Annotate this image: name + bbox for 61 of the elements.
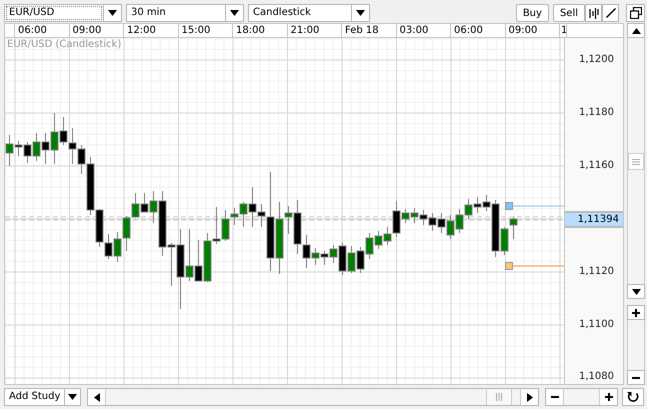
left-arrow-icon [94, 392, 100, 402]
plus-icon [604, 393, 612, 401]
sell-button[interactable]: Sell [552, 4, 585, 22]
zoom-out-button[interactable] [627, 370, 645, 385]
zoom-in-button[interactable] [600, 389, 617, 405]
chart-type-dropdown[interactable]: Candlestick [248, 4, 370, 22]
reset-icon [627, 391, 639, 403]
bars-icon [588, 8, 598, 18]
horizontal-scrollbar[interactable] [105, 389, 521, 405]
time-label: 15:00 [182, 25, 210, 36]
current-price-label: 1,11394 [565, 211, 623, 228]
time-label: 12:00 [127, 25, 156, 36]
caret-icon [356, 10, 365, 16]
time-label: 18:00 [236, 25, 265, 36]
caret-icon [230, 10, 239, 16]
time-label: 21:00 [290, 25, 320, 36]
popout-button[interactable] [626, 4, 645, 22]
plus-icon [632, 308, 640, 316]
symbol-dropdown[interactable]: EUR/USD [4, 4, 122, 22]
interval-dropdown[interactable]: 30 min [126, 4, 244, 22]
zoom-in-button[interactable] [627, 305, 645, 320]
buy-button[interactable]: Buy [516, 4, 549, 22]
grip-icon [632, 158, 640, 164]
windows-icon [630, 7, 642, 19]
time-label: Feb 18 [345, 25, 379, 36]
line-icon [606, 8, 616, 18]
price-label: 1,1080 [579, 371, 614, 383]
scroll-down-button[interactable] [627, 284, 645, 299]
time-label: 06:00 [18, 25, 47, 36]
alert-marker[interactable] [505, 262, 513, 270]
down-arrow-icon [632, 288, 640, 294]
scroll-thumb[interactable] [486, 389, 512, 405]
time-label: 03:00 [400, 25, 428, 36]
price-label: 1,1120 [579, 266, 614, 278]
time-label: 09:00 [508, 25, 538, 36]
time-label: 06:00 [454, 25, 483, 36]
caret-icon [108, 10, 117, 16]
price-label: 1,1160 [579, 160, 614, 172]
price-label: 1,1200 [579, 54, 614, 66]
right-arrow-icon [526, 392, 532, 402]
zoom-out-button[interactable] [546, 389, 563, 405]
time-label: 09:00 [72, 25, 102, 36]
time-label: 1 [561, 25, 568, 36]
scroll-right-button[interactable] [521, 389, 538, 405]
scroll-up-button[interactable] [627, 23, 645, 38]
caret-icon [68, 394, 78, 400]
price-label: 1,1180 [579, 107, 614, 119]
grip-icon [496, 393, 502, 401]
add-study-dropdown[interactable]: Add Study [4, 388, 81, 406]
draw-line-button[interactable] [602, 4, 619, 22]
up-arrow-icon [632, 28, 640, 34]
price-label: 1,1100 [579, 319, 614, 331]
indicator-button[interactable] [585, 4, 602, 22]
scroll-thumb[interactable] [628, 153, 644, 170]
scroll-left-button[interactable] [88, 389, 105, 405]
chart-legend: EUR/USD (Candlestick) [7, 39, 122, 50]
zoom-control[interactable] [545, 388, 618, 406]
vertical-scrollbar[interactable] [627, 38, 645, 284]
minus-icon [550, 393, 558, 401]
alert-marker[interactable] [505, 202, 513, 210]
reset-button[interactable] [622, 388, 644, 406]
